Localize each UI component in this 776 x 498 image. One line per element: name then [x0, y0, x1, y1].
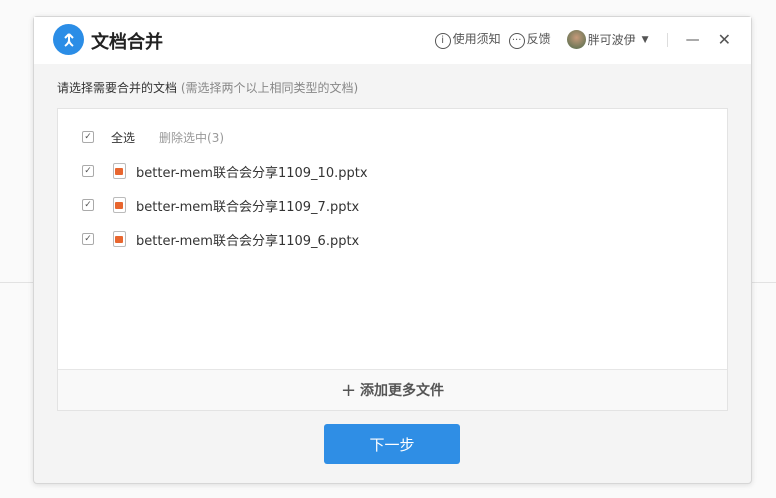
file-checkbox[interactable]: ✓ [82, 233, 94, 245]
file-row[interactable]: ✓ better-mem联合会分享1109_10.pptx [82, 161, 368, 181]
instruction-main: 请选择需要合并的文档 [57, 81, 178, 95]
user-name: 胖可波伊 [587, 33, 636, 47]
chat-icon: ··· [508, 32, 525, 49]
file-name: better-mem联合会分享1109_6.pptx [136, 233, 360, 249]
file-name: better-mem联合会分享1109_10.pptx [136, 165, 368, 181]
next-step-button[interactable]: 下一步 [324, 424, 460, 464]
delete-selected-button[interactable]: 删除选中(3) [159, 129, 224, 146]
plus-icon: + [340, 379, 357, 401]
add-more-label: 添加更多文件 [360, 383, 445, 399]
add-more-files-button[interactable]: + 添加更多文件 [58, 369, 727, 410]
file-row[interactable]: ✓ better-mem联合会分享1109_6.pptx [82, 229, 359, 249]
feedback-link[interactable]: ··· 反馈 [508, 30, 551, 49]
pptx-file-icon [113, 163, 126, 179]
help-link[interactable]: i 使用须知 [434, 30, 501, 49]
select-all-label[interactable]: 全选 [111, 129, 135, 146]
dialog-header: 文档合并 i 使用须知 ··· 反馈 胖可波伊 ▼ — ✕ [34, 17, 751, 64]
dialog-title: 文档合并 [91, 32, 163, 53]
caret-down-icon: ▼ [641, 34, 649, 45]
file-row[interactable]: ✓ better-mem联合会分享1109_7.pptx [82, 195, 359, 215]
file-checkbox[interactable]: ✓ [82, 199, 94, 211]
avatar [566, 30, 586, 49]
pptx-file-icon [113, 231, 126, 247]
pptx-file-icon [113, 197, 126, 213]
merge-dialog: 文档合并 i 使用须知 ··· 反馈 胖可波伊 ▼ — ✕ 请选择需要合并的文档 (需… [33, 16, 752, 484]
instruction-hint: (需选择两个以上相同类型的文档) [180, 81, 359, 95]
instruction: 请选择需要合并的文档 (需选择两个以上相同类型的文档) [57, 79, 358, 96]
file-name: better-mem联合会分享1109_7.pptx [136, 199, 360, 215]
user-menu[interactable]: 胖可波伊 ▼ [566, 30, 649, 49]
divider [666, 32, 668, 47]
file-checkbox[interactable]: ✓ [82, 165, 94, 177]
feedback-label: 反馈 [526, 32, 551, 47]
select-all-checkbox[interactable]: ✓ [82, 131, 94, 143]
info-icon: i [434, 32, 451, 49]
close-button[interactable]: ✕ [718, 30, 731, 49]
help-label: 使用须知 [452, 32, 501, 47]
file-list: ✓ 全选 删除选中(3) ✓ better-mem联合会分享1109_10.ppt… [57, 108, 728, 411]
merge-logo-icon [53, 24, 84, 55]
minimize-button[interactable]: — [686, 32, 700, 48]
